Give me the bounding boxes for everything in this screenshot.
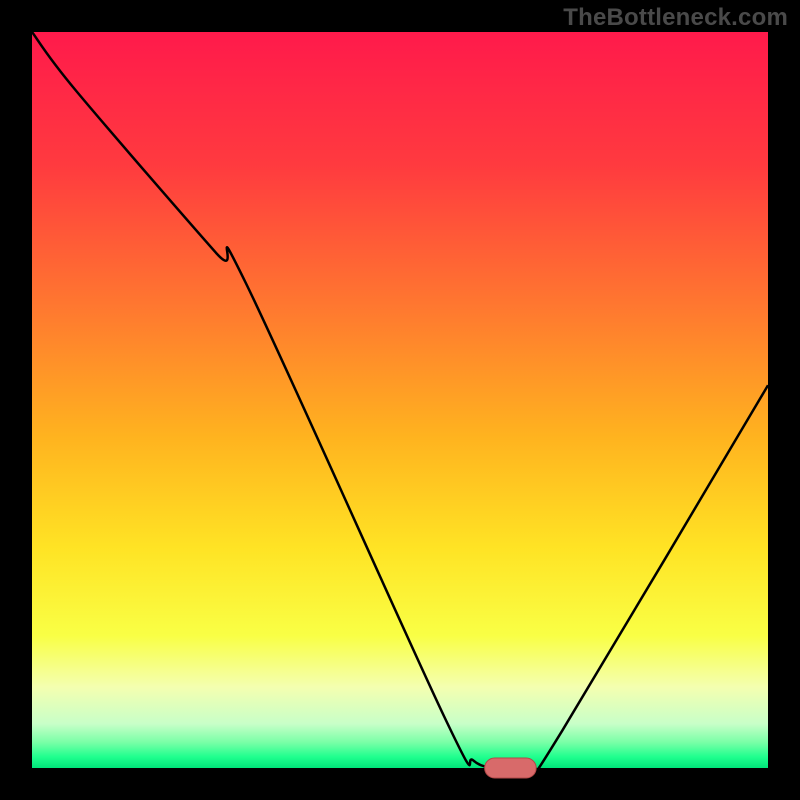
watermark-text: TheBottleneck.com [563, 4, 788, 32]
plot-background [32, 32, 768, 768]
chart-svg [0, 0, 800, 800]
bottleneck-chart: TheBottleneck.com [0, 0, 800, 800]
optimal-marker [485, 758, 537, 778]
